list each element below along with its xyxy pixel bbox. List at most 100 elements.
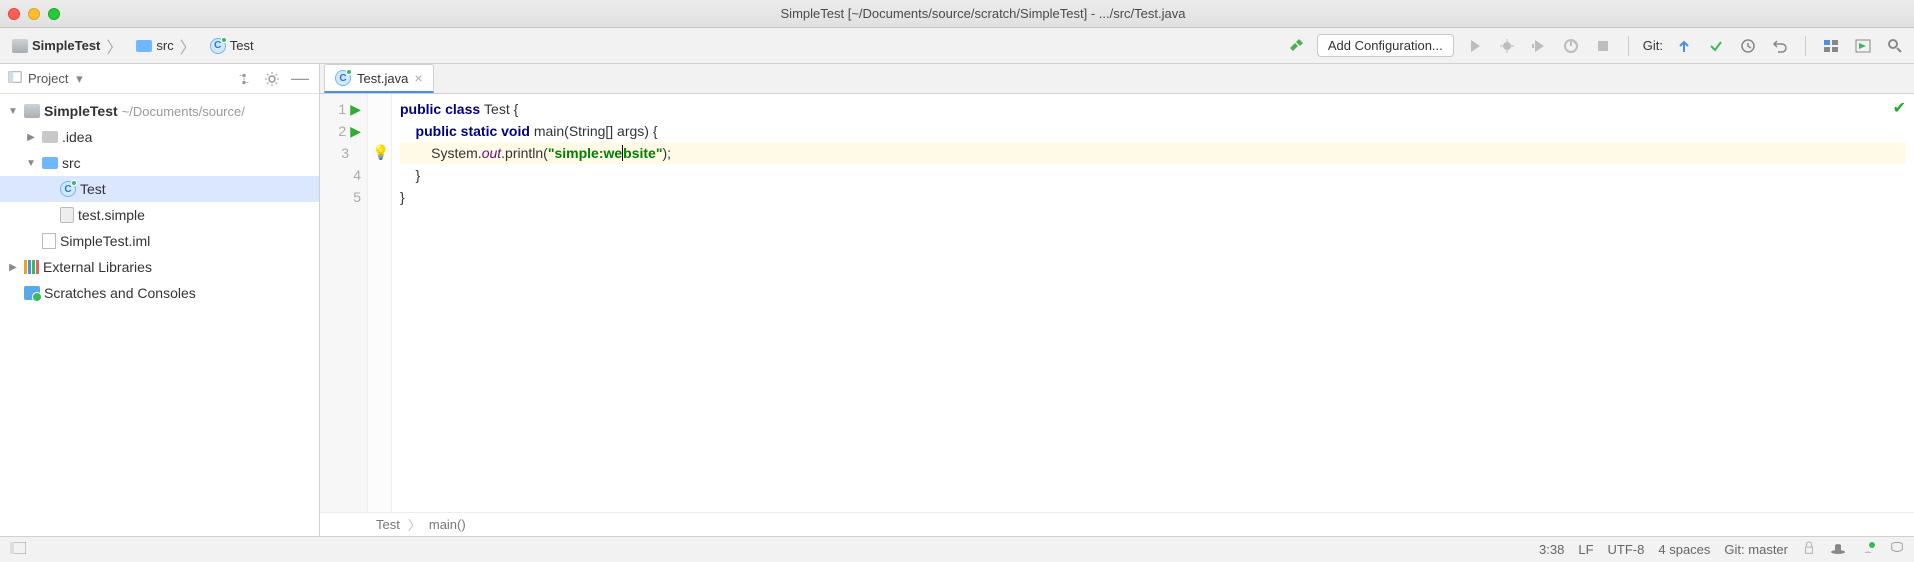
toolbar-divider bbox=[1805, 36, 1806, 56]
project-view-selector[interactable]: Project ▾ bbox=[28, 71, 227, 87]
close-tab-icon[interactable]: × bbox=[414, 70, 422, 86]
window-controls bbox=[8, 8, 60, 20]
breadcrumb-file-label: Test bbox=[230, 38, 254, 53]
git-label: Git: bbox=[1643, 38, 1663, 53]
tree-scratches[interactable]: Scratches and Consoles bbox=[0, 280, 319, 306]
coverage-button[interactable] bbox=[1528, 35, 1550, 57]
code-token: } bbox=[400, 167, 420, 183]
chevron-right-icon: 〉 bbox=[408, 515, 421, 534]
readonly-lock-icon[interactable] bbox=[1802, 541, 1816, 558]
source-folder-icon bbox=[42, 157, 58, 169]
git-history-icon[interactable] bbox=[1737, 35, 1759, 57]
tree-test-class[interactable]: C Test bbox=[0, 176, 319, 202]
project-structure-icon[interactable] bbox=[1820, 35, 1842, 57]
git-update-icon[interactable] bbox=[1673, 35, 1695, 57]
disclosure-triangle-icon[interactable]: ▶ bbox=[6, 262, 20, 273]
class-icon: C bbox=[335, 70, 351, 86]
profile-button[interactable] bbox=[1560, 35, 1582, 57]
disclosure-triangle-icon[interactable]: ▼ bbox=[6, 106, 20, 117]
disclosure-triangle-icon[interactable]: ▶ bbox=[24, 132, 38, 143]
build-hammer-icon[interactable] bbox=[1285, 35, 1307, 57]
tree-idea-folder[interactable]: ▶ .idea bbox=[0, 124, 319, 150]
file-encoding[interactable]: UTF-8 bbox=[1608, 542, 1645, 557]
module-file-icon bbox=[42, 233, 56, 249]
status-bar: 3:38 LF UTF-8 4 spaces Git: master bbox=[0, 536, 1914, 562]
chevron-down-icon: ▾ bbox=[76, 71, 83, 86]
settings-gear-icon[interactable] bbox=[261, 68, 283, 90]
window-title: SimpleTest [~/Documents/source/scratch/S… bbox=[60, 6, 1906, 21]
tree-project-root[interactable]: ▼ SimpleTest ~/Documents/source/ bbox=[0, 98, 319, 124]
tree-item-label: External Libraries bbox=[43, 259, 152, 275]
stop-button[interactable] bbox=[1592, 35, 1614, 57]
tree-item-label: SimpleTest.iml bbox=[60, 233, 150, 249]
close-window-button[interactable] bbox=[8, 8, 20, 20]
memory-indicator-icon[interactable] bbox=[1860, 541, 1876, 558]
run-button[interactable] bbox=[1464, 35, 1486, 57]
caret-position[interactable]: 3:38 bbox=[1539, 542, 1564, 557]
git-branch[interactable]: Git: master bbox=[1724, 542, 1788, 557]
git-commit-icon[interactable] bbox=[1705, 35, 1727, 57]
class-icon: C bbox=[60, 181, 76, 197]
line-number: 3 bbox=[341, 145, 349, 161]
code-token: } bbox=[400, 189, 405, 205]
debug-button[interactable] bbox=[1496, 35, 1518, 57]
inspection-ok-icon[interactable]: ✔ bbox=[1893, 98, 1906, 118]
run-gutter-icon[interactable]: ▶ bbox=[350, 120, 361, 142]
navigation-breadcrumb: SimpleTest 〉 src 〉 C Test bbox=[8, 32, 1285, 60]
tree-src-folder[interactable]: ▼ src bbox=[0, 150, 319, 176]
minimize-window-button[interactable] bbox=[28, 8, 40, 20]
breadcrumb-project[interactable]: SimpleTest 〉 bbox=[8, 32, 128, 60]
code-token: "simple:we bbox=[548, 145, 622, 161]
annotation-gutter: 💡 bbox=[368, 94, 392, 512]
crumb-method[interactable]: main() bbox=[429, 517, 466, 532]
code-token: out bbox=[482, 145, 501, 161]
project-icon bbox=[24, 104, 40, 118]
code-token: System. bbox=[400, 145, 482, 161]
run-gutter-icon[interactable]: ▶ bbox=[350, 98, 361, 120]
tree-item-label: .idea bbox=[62, 129, 92, 145]
window-titlebar: SimpleTest [~/Documents/source/scratch/S… bbox=[0, 0, 1914, 28]
scroll-from-source-icon[interactable] bbox=[233, 68, 255, 90]
panel-icon bbox=[8, 70, 22, 87]
breadcrumb-folder-label: src bbox=[156, 38, 173, 53]
search-everywhere-icon[interactable] bbox=[1884, 35, 1906, 57]
tool-window-quick-access-icon[interactable] bbox=[10, 542, 26, 557]
tree-iml-file[interactable]: SimpleTest.iml bbox=[0, 228, 319, 254]
chevron-right-icon: 〉 bbox=[180, 34, 196, 58]
line-number: 5 bbox=[353, 189, 361, 205]
line-number: 4 bbox=[353, 167, 361, 183]
run-anything-icon[interactable] bbox=[1852, 35, 1874, 57]
editor-tab-active[interactable]: C Test.java × bbox=[324, 64, 434, 93]
code-token: .println( bbox=[501, 145, 548, 161]
project-view-label: Project bbox=[28, 71, 68, 86]
code-token: Test { bbox=[484, 101, 518, 117]
code-token: public class bbox=[400, 101, 484, 117]
breadcrumb-file[interactable]: C Test bbox=[206, 36, 258, 56]
run-configuration-selector[interactable]: Add Configuration... bbox=[1317, 34, 1454, 57]
tree-external-libraries[interactable]: ▶ External Libraries bbox=[0, 254, 319, 280]
hide-tool-window-icon[interactable]: — bbox=[289, 68, 311, 90]
tree-project-name: SimpleTest bbox=[44, 103, 118, 119]
project-icon bbox=[12, 39, 28, 53]
git-revert-icon[interactable] bbox=[1769, 35, 1791, 57]
chevron-right-icon: 〉 bbox=[106, 34, 122, 58]
line-number-gutter[interactable]: 1▶ 2▶ 3 4 5 bbox=[320, 94, 368, 512]
indent-settings[interactable]: 4 spaces bbox=[1658, 542, 1710, 557]
tree-test-simple-file[interactable]: test.simple bbox=[0, 202, 319, 228]
notifications-icon[interactable] bbox=[1890, 541, 1904, 558]
breadcrumb-folder[interactable]: src 〉 bbox=[132, 32, 201, 60]
code-editor[interactable]: 1▶ 2▶ 3 4 5 💡 public class Test { public… bbox=[320, 94, 1914, 512]
toolbar-divider bbox=[1628, 36, 1629, 56]
line-number: 1 bbox=[338, 101, 346, 117]
disclosure-triangle-icon[interactable]: ▼ bbox=[24, 158, 38, 169]
line-separator[interactable]: LF bbox=[1578, 542, 1593, 557]
code-content[interactable]: public class Test { public static void m… bbox=[392, 94, 1914, 512]
crumb-class[interactable]: Test bbox=[376, 517, 400, 532]
code-token: ); bbox=[663, 145, 672, 161]
zoom-window-button[interactable] bbox=[48, 8, 60, 20]
editor-tabs: C Test.java × bbox=[320, 64, 1914, 94]
intention-bulb-icon[interactable]: 💡 bbox=[372, 144, 389, 161]
folder-icon bbox=[42, 131, 58, 143]
inspector-hat-icon[interactable] bbox=[1830, 541, 1846, 558]
scratches-icon bbox=[24, 286, 40, 300]
